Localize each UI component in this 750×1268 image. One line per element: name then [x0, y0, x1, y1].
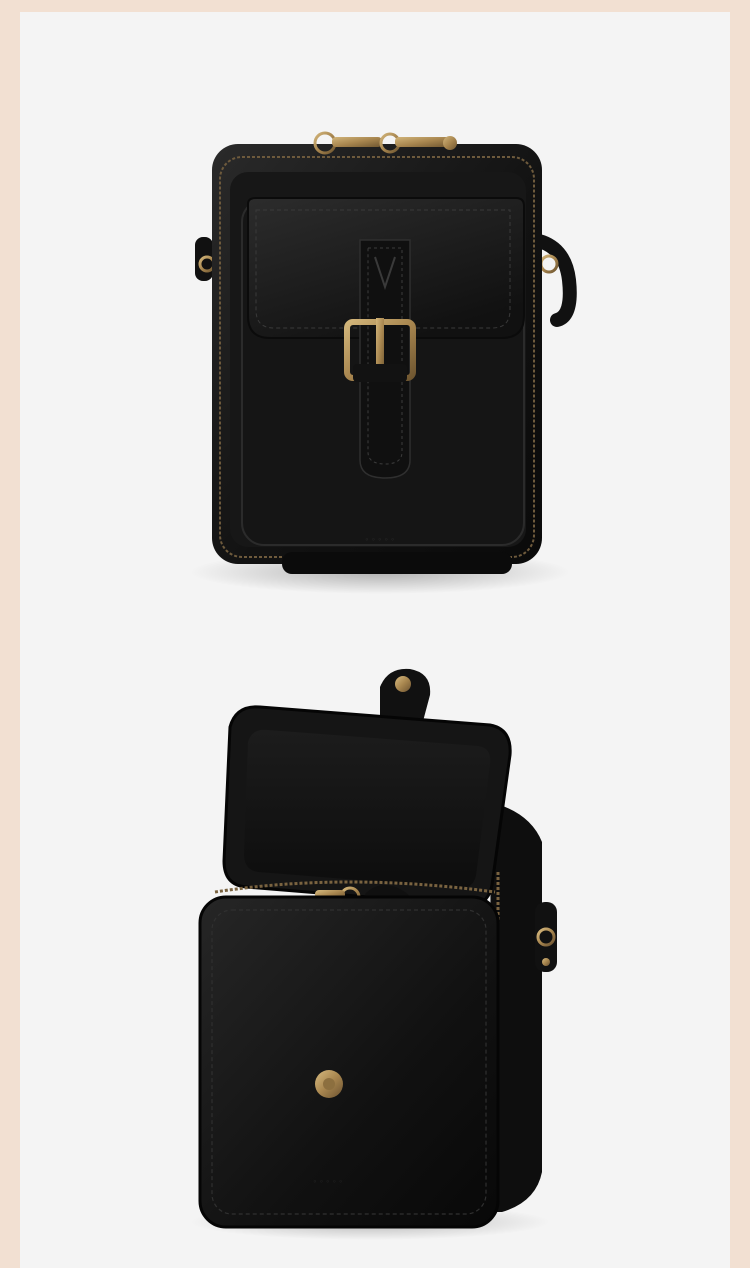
magnetic-snap — [315, 1070, 343, 1098]
bag-closed-illustration: ◦ ◦ ◦ ◦ ◦ — [190, 131, 577, 594]
brand-logo-embossed: ◦ ◦ ◦ ◦ ◦ — [313, 1176, 342, 1186]
product-detail-page: ◦ ◦ ◦ ◦ ◦ ◦ ◦ ◦ ◦ ◦ — [0, 0, 750, 1268]
product-photo-open: ◦ ◦ ◦ ◦ ◦ — [20, 632, 730, 1268]
bag-base — [282, 552, 512, 574]
right-strap-ring — [535, 902, 557, 972]
flap-lining — [244, 729, 491, 889]
bag-open-illustration: ◦ ◦ ◦ ◦ ◦ — [190, 668, 557, 1240]
product-photo-closed: ◦ ◦ ◦ ◦ ◦ — [20, 12, 730, 632]
brand-logo-embossed: ◦ ◦ ◦ ◦ ◦ — [365, 534, 394, 544]
front-pocket — [198, 895, 500, 1229]
left-strap-ring — [195, 237, 216, 281]
